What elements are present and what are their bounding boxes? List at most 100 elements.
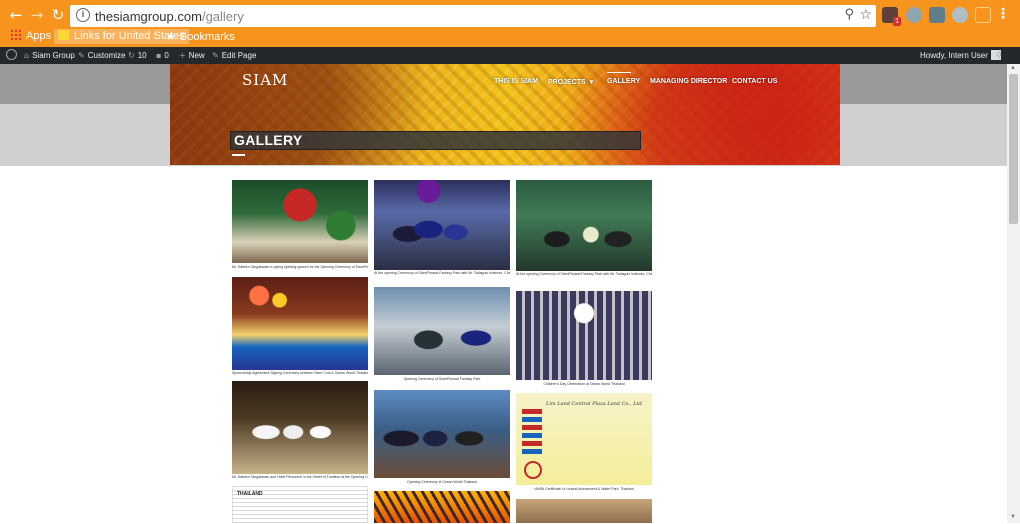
extension-badge: 1: [893, 17, 901, 26]
star-icon: ★: [166, 30, 176, 43]
wp-admin-bar: ⌂ Siam Group ✎ Customize ↻ 10 ▪ 0 + New ✎ Edit…: [0, 47, 1020, 64]
page-title: GALLERY: [234, 132, 303, 148]
gallery-photo: [232, 277, 368, 370]
address-bar[interactable]: i thesiamgroup.com/gallery ⚲ ☆: [70, 5, 876, 27]
gallery-photo: [374, 287, 510, 375]
wp-logo[interactable]: [6, 47, 17, 64]
browser-chrome: ← → ↻ i thesiamgroup.com/gallery ⚲ ☆ 1 ⋮…: [0, 0, 1020, 47]
shield-extension-icon[interactable]: [952, 7, 968, 23]
reload-icon: ↻: [51, 6, 65, 24]
folder-icon: [58, 30, 69, 40]
gallery-photo: Lim Land Central Plaza Land Co., Ltd.: [516, 393, 652, 485]
gallery-photo: [232, 180, 368, 263]
gallery-item[interactable]: Lim Land Central Plaza Land Co., Ltd. IA…: [516, 393, 652, 494]
extension-icon[interactable]: 1: [882, 7, 901, 26]
admin-howdy-label: Howdy, Intern User: [920, 51, 988, 60]
document-heading: THAILAND: [237, 491, 263, 497]
bookmark-apps-label: Apps: [26, 30, 52, 42]
gallery-photo: [374, 390, 510, 478]
gallery-item[interactable]: At the opening Ceremony of SiamPhrasai F…: [516, 180, 652, 286]
scrollbar-thumb[interactable]: [1009, 74, 1018, 224]
admin-site-name[interactable]: ⌂ Siam Group: [24, 47, 75, 64]
wordpress-icon: [6, 49, 17, 60]
brush-icon: ✎: [78, 51, 85, 60]
bookmark-folder-bookmarks-label: Bookmarks: [179, 31, 235, 43]
page-scrollbar[interactable]: ▲ ▼: [1007, 64, 1020, 523]
url-host: thesiamgroup.com: [95, 9, 202, 24]
gallery-caption: Mr. Sathien Tangatswan is giving opening…: [232, 265, 368, 269]
search-icon: ⚲: [996, 51, 1002, 60]
chevron-down-icon: ▾: [589, 79, 594, 86]
gallery-item[interactable]: Mr. Sathien Tangatswan is giving opening…: [232, 180, 368, 272]
reload-button[interactable]: ↻: [48, 5, 68, 25]
nav-gallery[interactable]: GALLERY: [607, 78, 640, 85]
gallery-item[interactable]: [374, 491, 510, 523]
gallery-photo: [516, 180, 652, 271]
arrow-left-icon: ←: [9, 6, 23, 24]
gallery-item[interactable]: [516, 499, 652, 523]
nav-managing-director[interactable]: MANAGING DIRECTOR: [650, 78, 727, 85]
gallery-photo: [232, 381, 368, 474]
admin-search-icon[interactable]: ⚲: [996, 47, 1005, 64]
camera-extension-icon[interactable]: [929, 7, 945, 23]
nav-projects-label: PROJECTS: [548, 79, 586, 86]
admin-account[interactable]: Howdy, Intern User: [920, 47, 1001, 64]
site-logo[interactable]: SIAM: [242, 71, 288, 89]
admin-customize-label: Customize: [87, 51, 126, 60]
url-path: /gallery: [201, 9, 244, 24]
bookmark-apps[interactable]: Apps: [10, 29, 51, 44]
certificate-flags: [522, 409, 542, 457]
nav-projects[interactable]: PROJECTS ▾: [548, 78, 593, 86]
apps-grid-icon: [10, 29, 21, 40]
forward-button[interactable]: →: [27, 5, 47, 25]
browser-toolbar: ← → ↻ i thesiamgroup.com/gallery ⚲ ☆ 1 ⋮: [0, 3, 1020, 27]
pencil-icon: ✎: [212, 51, 219, 60]
admin-new-label: New: [188, 51, 205, 60]
info-icon[interactable]: i: [76, 8, 90, 22]
comment-icon: ▪: [156, 51, 162, 60]
admin-comments-count: 0: [164, 51, 169, 60]
admin-comments[interactable]: ▪ 0: [156, 47, 169, 64]
gallery-caption: Children's Day Celebration at Ocean Worl…: [543, 382, 625, 386]
plus-icon: +: [179, 51, 186, 60]
gallery-caption: Sponsorship Agreement Signing Ceremony b…: [232, 371, 368, 375]
admin-updates-count: 10: [137, 51, 147, 60]
gallery-item[interactable]: THAILAND: [232, 486, 368, 524]
bookmarks-bar: Apps Links for United States ★ Bookmarks: [0, 27, 1020, 46]
flag-extension-icon[interactable]: [975, 7, 991, 23]
gallery-item[interactable]: Mr. Sathien Tangatswan and Hotel Personn…: [232, 381, 368, 481]
gallery-caption: Opening Ceremony of Ocean World Thailand: [407, 480, 477, 484]
admin-edit-label: Edit Page: [221, 51, 257, 60]
back-button[interactable]: ←: [6, 5, 26, 25]
nav-contact-us[interactable]: CONTACT US: [732, 78, 777, 85]
gallery-photo: [516, 499, 652, 523]
title-underline: [232, 154, 245, 156]
more-vert-icon[interactable]: ⋮: [996, 6, 1010, 22]
admin-new[interactable]: + New: [179, 47, 205, 64]
seal-icon: [524, 461, 542, 479]
puzzle-extension-icon[interactable]: [906, 7, 922, 23]
gallery-item[interactable]: Children's Day Celebration at Ocean Worl…: [516, 291, 652, 388]
gallery-photo: [516, 291, 652, 380]
gallery-item[interactable]: Opening Ceremony of Ocean World Thailand: [374, 390, 510, 486]
gallery-item[interactable]: Opening Ceremony of SiamPhrasai Fantasy …: [374, 287, 510, 383]
url-text[interactable]: thesiamgroup.com/gallery: [95, 9, 244, 24]
nav-active-indicator: [607, 72, 631, 73]
admin-customize[interactable]: ✎ Customize: [78, 47, 126, 64]
scroll-down-icon[interactable]: ▼: [1010, 514, 1016, 520]
nav-this-is-siam[interactable]: THIS IS SIAM: [494, 78, 538, 85]
zoom-icon[interactable]: ⚲: [844, 7, 854, 22]
gallery-caption: IAAPA Certificate of Lorland Amusement &…: [534, 487, 634, 491]
gallery-item[interactable]: At the opening Ceremony of SiamPhrasai F…: [374, 180, 510, 280]
gallery-caption: At the opening Ceremony of SiamPhrasai F…: [516, 272, 652, 276]
site-header: SIAM THIS IS SIAM PROJECTS ▾ GALLERY MAN…: [170, 64, 840, 165]
admin-edit-page[interactable]: ✎ Edit Page: [212, 47, 256, 64]
update-icon: ↻: [128, 51, 135, 60]
star-icon[interactable]: ☆: [859, 7, 872, 23]
gallery-item[interactable]: Sponsorship Agreement Signing Ceremony b…: [232, 277, 368, 377]
bookmark-folder-bookmarks[interactable]: ★ Bookmarks: [166, 29, 235, 44]
gallery-caption: Opening Ceremony of SiamPhrasai Fantasy …: [403, 377, 481, 381]
scroll-up-icon[interactable]: ▲: [1010, 65, 1016, 71]
admin-updates[interactable]: ↻ 10: [128, 47, 147, 64]
home-icon: ⌂: [24, 51, 30, 60]
